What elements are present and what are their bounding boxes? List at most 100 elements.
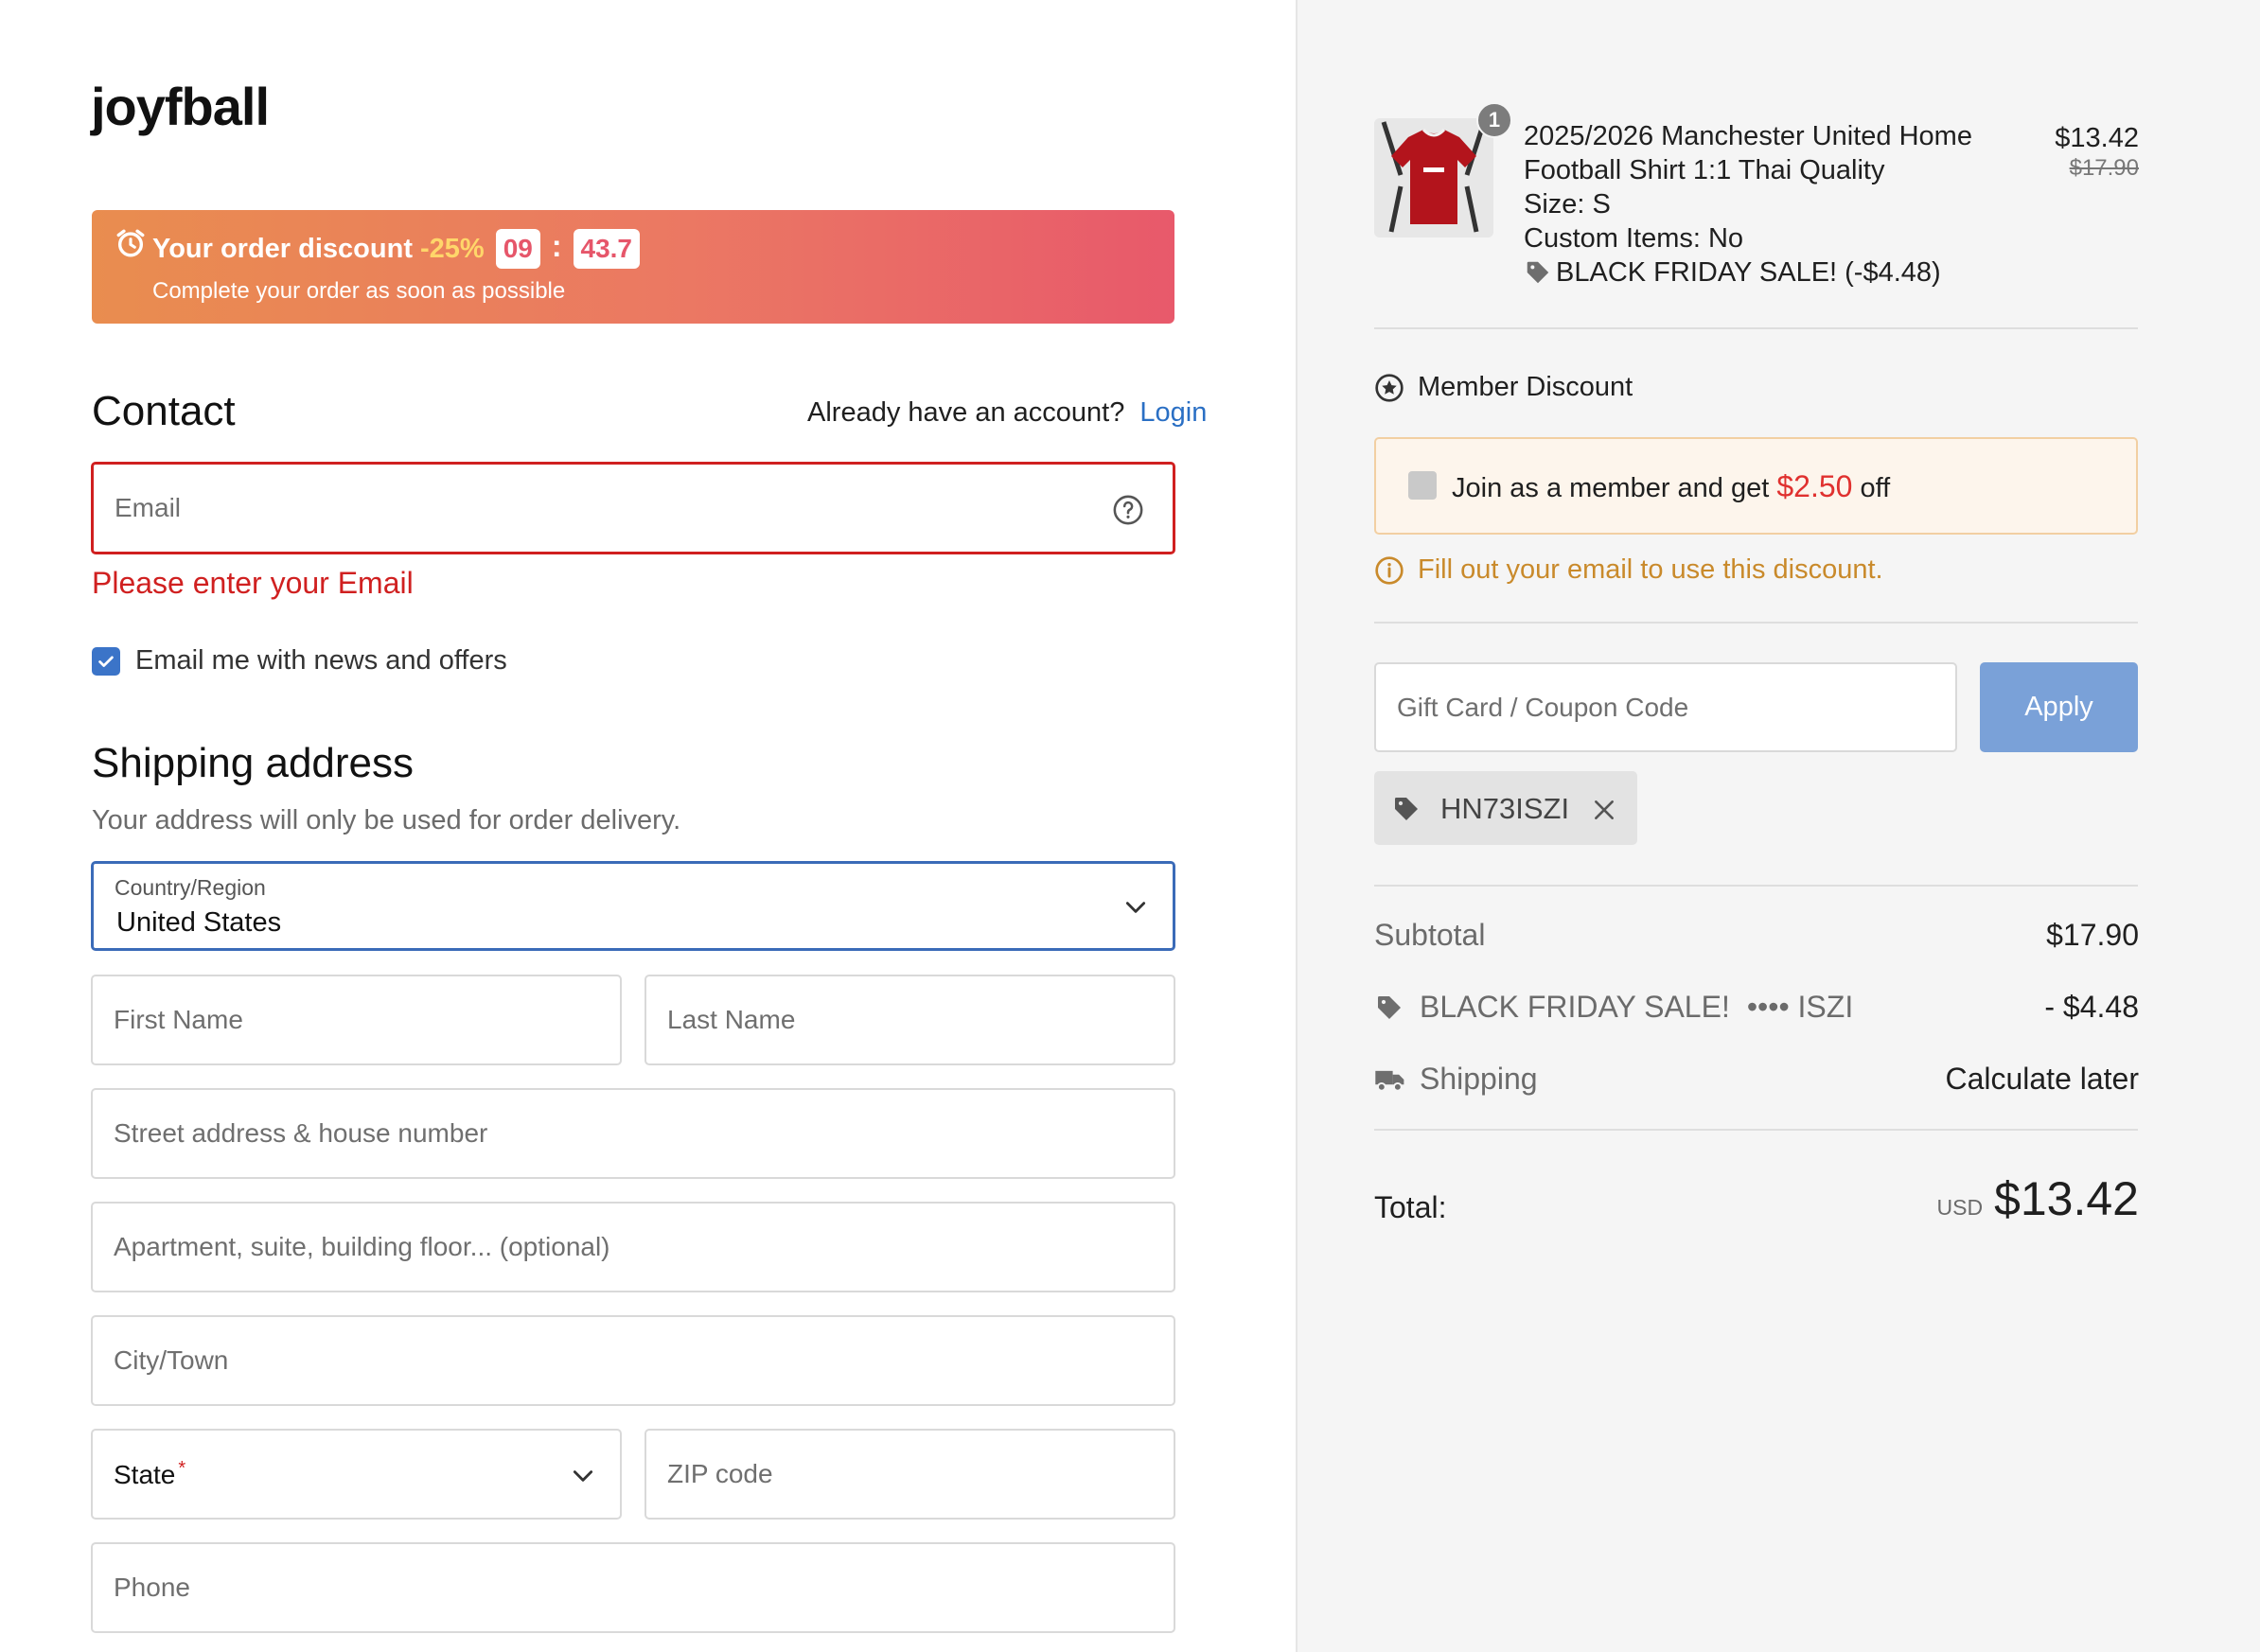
total-label: Total: (1374, 1190, 1447, 1224)
coupon-code-input[interactable]: Gift Card / Coupon Code (1374, 662, 1957, 752)
chevron-down-icon (1125, 902, 1146, 913)
zip-placeholder: ZIP code (667, 1459, 773, 1488)
zip-field[interactable]: ZIP code (644, 1429, 1175, 1520)
product-promo-text: BLACK FRIDAY SALE! (-$4.48) (1556, 257, 1941, 288)
member-notice-text: Fill out your email to use this discount… (1418, 554, 1883, 585)
street-address-field[interactable]: Street address & house number (91, 1088, 1175, 1179)
countdown-minutes: 09 (495, 229, 540, 269)
tag-icon (1395, 798, 1418, 820)
email-error-message: Please enter your Email (92, 566, 414, 600)
city-placeholder: City/Town (114, 1345, 229, 1375)
total-currency: USD (1936, 1195, 1984, 1220)
help-icon[interactable] (1112, 494, 1144, 526)
chevron-down-icon (573, 1470, 593, 1482)
discount-row-code: •••• ISZI (1746, 990, 1854, 1024)
product-price-block: $13.42 $17.90 (1987, 121, 2139, 182)
member-join-text-wrap: Join as a member and get $2.50 off (1452, 469, 1890, 504)
subtotal-label: Subtotal (1374, 918, 1486, 952)
city-field[interactable]: City/Town (91, 1315, 1175, 1406)
account-prompt-text: Already have an account? (807, 397, 1125, 428)
subtotal-value: $17.90 (2046, 918, 2139, 952)
discount-row: BLACK FRIDAY SALE! •••• ISZI (1374, 990, 1853, 1025)
apartment-placeholder: Apartment, suite, building floor... (opt… (114, 1232, 610, 1261)
store-logo[interactable]: joyfball (91, 76, 270, 137)
apply-coupon-button[interactable]: Apply (1980, 662, 2138, 752)
discount-subtext: Complete your order as soon as possible (152, 278, 566, 304)
product-thumbnail (1374, 118, 1493, 237)
discount-label: Your order discount (152, 233, 413, 264)
login-link[interactable]: Login (1139, 397, 1207, 428)
order-discount-banner: Your order discount -25% 09 : 43.7 Compl… (92, 210, 1174, 324)
countdown-seconds: 43.7 (573, 229, 640, 269)
shipping-row-label: Shipping (1420, 1062, 1538, 1096)
country-label: Country/Region (115, 875, 266, 900)
alarm-clock-icon (116, 229, 145, 257)
state-label-wrap: State * (114, 1458, 185, 1490)
discount-line: Your order discount -25% 09 : 43.7 (152, 229, 640, 269)
info-icon (1375, 555, 1404, 585)
applied-coupon-chip: HN73ISZI (1374, 771, 1637, 845)
phone-placeholder: Phone (114, 1573, 190, 1602)
product-name-line1: 2025/2026 Manchester United Home (1524, 121, 1972, 151)
country-value: United States (116, 907, 282, 938)
product-original-price: $17.90 (2069, 155, 2139, 181)
street-placeholder: Street address & house number (114, 1118, 488, 1148)
email-field[interactable]: Email (91, 462, 1175, 554)
apartment-field[interactable]: Apartment, suite, building floor... (opt… (91, 1202, 1175, 1292)
tag-icon (1378, 995, 1401, 1019)
shipping-title: Shipping address (92, 740, 415, 786)
product-custom: Custom Items: No (1524, 223, 1744, 254)
product-promo: BLACK FRIDAY SALE! (-$4.48) (1524, 255, 1972, 290)
divider (1374, 327, 2138, 329)
product-name-line2: Football Shirt 1:1 Thai Quality (1524, 155, 1885, 185)
member-join-suffix: off (1860, 473, 1891, 503)
required-mark: * (178, 1457, 186, 1479)
account-prompt: Already have an account? Login (807, 397, 1207, 429)
product-details: 2025/2026 Manchester United Home Footbal… (1524, 119, 1972, 290)
countdown-separator: : (551, 228, 562, 263)
shipping-row: Shipping (1374, 1062, 1538, 1097)
member-badge-icon (1375, 373, 1404, 402)
contact-title: Contact (92, 388, 236, 434)
truck-icon (1375, 1070, 1404, 1092)
coupon-placeholder: Gift Card / Coupon Code (1397, 692, 1689, 722)
country-select[interactable]: Country/Region United States (91, 861, 1175, 951)
total-amount: USD $13.42 (1855, 1171, 2140, 1226)
member-join-box[interactable]: Join as a member and get $2.50 off (1374, 437, 2138, 535)
last-name-field[interactable]: Last Name (644, 975, 1175, 1065)
checkmark-icon (98, 656, 114, 667)
checkout-form-panel: joyfball Your order discount -25% 09 : 4… (0, 0, 1296, 1652)
newsletter-option[interactable]: Email me with news and offers (92, 645, 507, 677)
divider (1374, 622, 2138, 624)
member-join-checkbox[interactable] (1408, 471, 1437, 500)
product-size: Size: S (1524, 189, 1611, 220)
member-join-amount: $2.50 (1776, 469, 1853, 503)
member-notice: Fill out your email to use this discount… (1374, 554, 1883, 586)
member-discount-header: Member Discount (1374, 372, 1633, 403)
total-value: $13.42 (1994, 1172, 2139, 1225)
member-join-text: Join as a member and get (1452, 473, 1770, 503)
phone-field[interactable]: Phone (91, 1542, 1175, 1633)
tag-icon (1527, 261, 1549, 284)
divider (1374, 885, 2138, 887)
first-name-field[interactable]: First Name (91, 975, 622, 1065)
discount-row-label: BLACK FRIDAY SALE! (1420, 990, 1730, 1024)
newsletter-label: Email me with news and offers (135, 645, 507, 676)
jersey-image (1374, 118, 1493, 237)
last-name-placeholder: Last Name (667, 1005, 796, 1034)
shipping-subtitle: Your address will only be used for order… (92, 805, 681, 835)
product-price: $13.42 (2055, 123, 2139, 153)
state-select[interactable]: State * (91, 1429, 622, 1520)
applied-coupon-code: HN73ISZI (1440, 792, 1570, 825)
discount-percent: -25% (419, 233, 485, 264)
quantity-badge: 1 (1476, 102, 1512, 138)
divider (1374, 1129, 2138, 1131)
email-placeholder: Email (115, 493, 182, 522)
discount-row-value: - $4.48 (2044, 990, 2139, 1024)
close-icon[interactable] (1592, 798, 1616, 822)
first-name-placeholder: First Name (114, 1005, 243, 1034)
state-label: State (114, 1460, 176, 1490)
member-discount-title: Member Discount (1418, 372, 1633, 402)
newsletter-checkbox[interactable] (92, 646, 120, 676)
shipping-row-value: Calculate later (1945, 1062, 2139, 1096)
